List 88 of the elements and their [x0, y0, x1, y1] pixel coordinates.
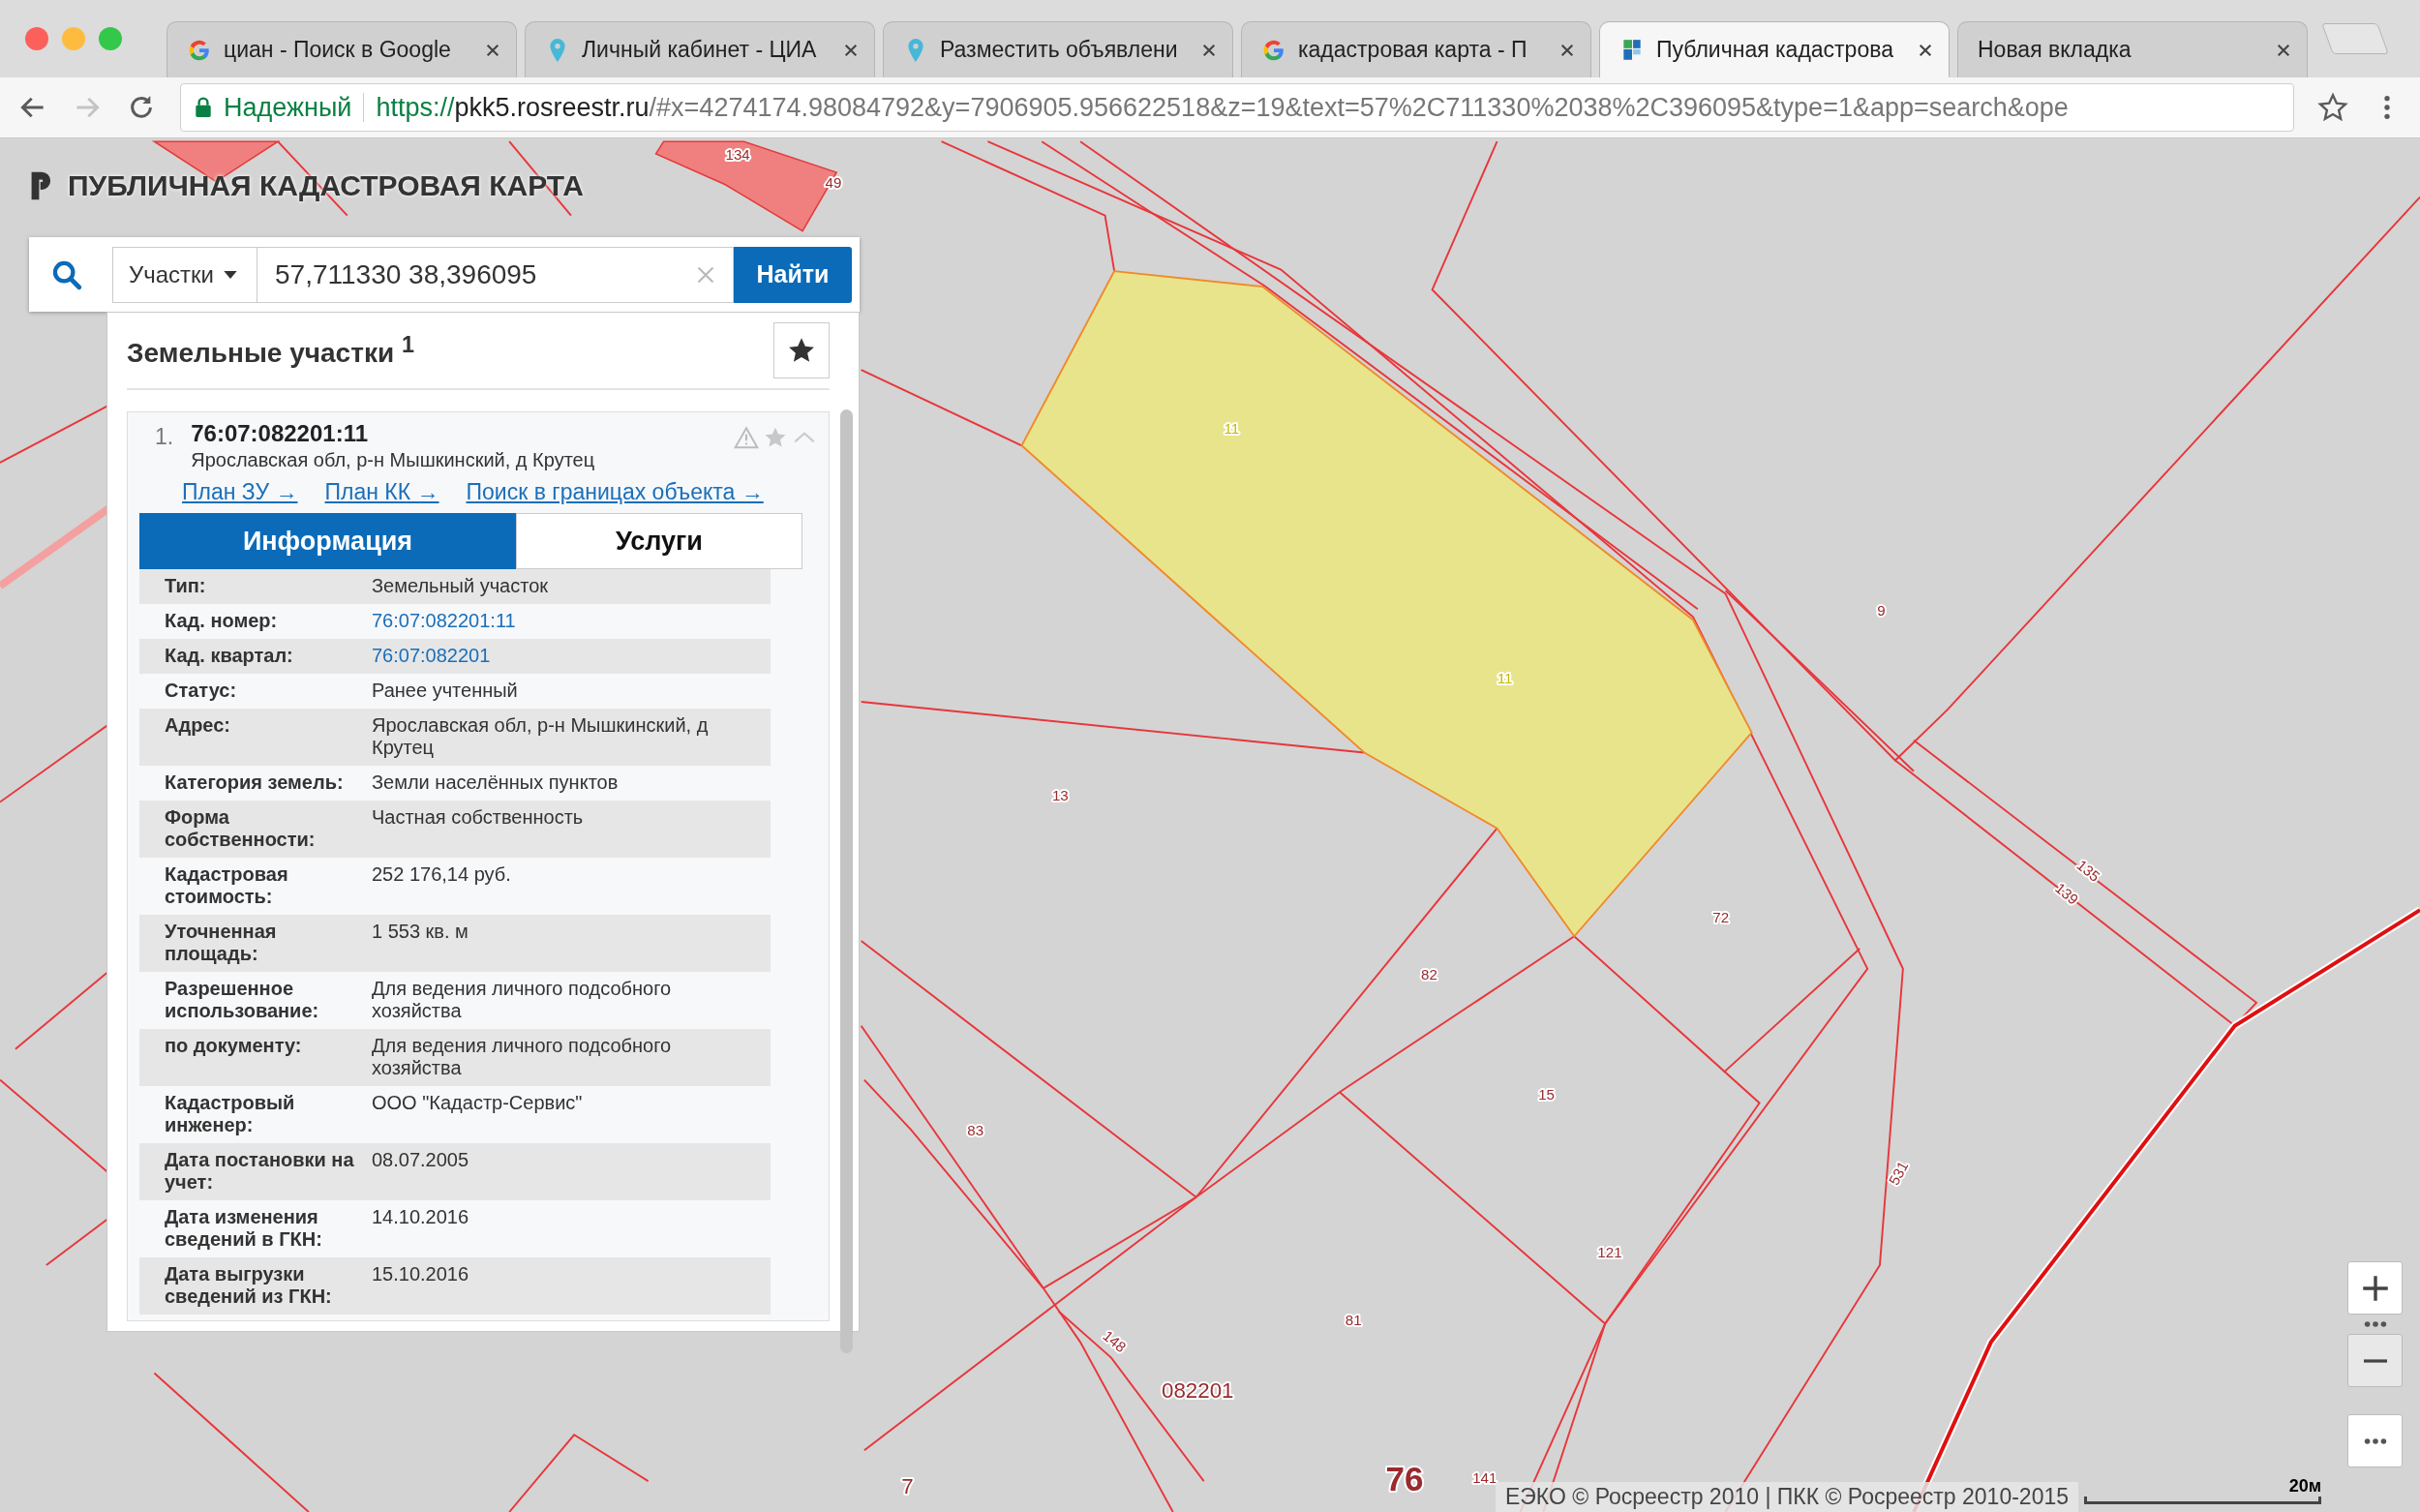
quarter-number: 082201: [1162, 1378, 1234, 1403]
close-tab-icon[interactable]: [1559, 42, 1575, 58]
field-value: Земельный участок: [372, 575, 549, 597]
close-tab-icon[interactable]: [485, 42, 500, 58]
info-tab[interactable]: Услуги: [516, 513, 802, 569]
field-value: 1 553 кв. м: [372, 921, 469, 944]
field-label: Адрес:: [165, 714, 231, 738]
cadastral-number: 76:07:082201:11: [191, 420, 369, 447]
parcel-number: 121: [1597, 1243, 1622, 1260]
parcel-number: 15: [1538, 1086, 1555, 1104]
field-label: Кад. квартал:: [165, 645, 294, 667]
field-label: Дата постановки на учет:: [165, 1149, 355, 1194]
browser-tab[interactable]: Личный кабинет - ЦИА: [525, 21, 875, 77]
field-value: Земли населённых пунктов: [372, 771, 620, 794]
info-tab[interactable]: Информация: [139, 513, 516, 569]
lock-icon: [195, 97, 212, 118]
field-label: Тип:: [165, 575, 207, 597]
browser-tab[interactable]: Разместить объявлени: [883, 21, 1233, 77]
close-tab-icon[interactable]: [1201, 42, 1217, 58]
field-value: 15.10.2016: [372, 1263, 470, 1286]
find-button[interactable]: Найти: [734, 246, 852, 303]
field-value: 252 176,14 руб.: [372, 863, 512, 887]
parcel-number: 134: [725, 146, 750, 164]
field-link[interactable]: 76:07:082201: [372, 645, 759, 667]
quarter-number: 7: [901, 1473, 914, 1498]
parcel-number: 9: [1877, 601, 1886, 619]
field-value: Частная собственность: [372, 806, 585, 830]
field-value: 14.10.2016: [372, 1206, 470, 1229]
star-icon[interactable]: [763, 426, 788, 449]
parcel-number: 148: [1100, 1326, 1130, 1356]
result-link[interactable]: План ЗУ →: [182, 479, 298, 505]
field-label: Категория земель:: [165, 771, 345, 794]
more-button[interactable]: [2347, 1414, 2403, 1467]
field-value: Ранее учтенный: [372, 680, 519, 702]
security-label: Надежный: [224, 92, 352, 123]
address-bar[interactable]: Надежный https://pkk5.rosreestr.ru/#x=4274174.98084792&y=7906905.956622518&z=19&text=57%2C711330%2038%2C396095&type=1&app=search&ope: [180, 83, 2294, 132]
result-index: 1.: [155, 423, 174, 451]
field-value: Для ведения личного подсобного хозяйства: [372, 1035, 673, 1079]
browser-tab[interactable]: кадастровая карта - П: [1241, 21, 1591, 77]
url-text: https://pkk5.rosreestr.ru/#x=4274174.98084792&y=7906905.956622518&z=19&text=57%2C711330%2038%2C396095&type=1&app=search&ope: [376, 92, 2069, 123]
field-label: Статус:: [165, 680, 238, 702]
map-attribution: ЕЭКО © Росреестр 2010 | ПКК © Росреестр 2010-2015: [1496, 1482, 2079, 1512]
parcel-number: 82: [1421, 965, 1437, 983]
field-label: Кадастровая стоимость:: [165, 863, 289, 908]
close-tab-icon[interactable]: [2276, 42, 2291, 58]
parcel-number: 531: [1885, 1158, 1912, 1188]
browser-tab[interactable]: Публичная кадастрова: [1599, 21, 1950, 77]
parcel-number: 13: [1051, 787, 1069, 803]
search-field[interactable]: 57,711330 38,396095: [257, 246, 734, 303]
district-number: 76: [1385, 1459, 1424, 1497]
field-label: Кадастровый инженер:: [165, 1092, 296, 1136]
result-link[interactable]: План КК →: [324, 479, 439, 505]
field-value: 08.07.2005: [372, 1149, 470, 1172]
warning-icon[interactable]: [734, 426, 759, 449]
browser-tab[interactable]: Новая вкладка: [1957, 21, 2308, 77]
field-label: Дата изменения сведений в ГКН:: [165, 1206, 323, 1251]
field-label: Разрешенное использование:: [165, 978, 320, 1022]
parcel-number: 83: [967, 1121, 984, 1138]
field-label: Уточненная площадь:: [165, 921, 278, 965]
parcel-number: 141: [1472, 1468, 1497, 1486]
field-label: Кад. номер:: [165, 610, 279, 632]
parcel-number: 81: [1345, 1312, 1362, 1329]
bookmark-star-icon[interactable]: [2317, 92, 2348, 123]
field-value: Для ведения личного подсобного хозяйства: [372, 978, 673, 1022]
close-tab-icon[interactable]: [1918, 42, 1933, 58]
field-label: Форма собственности:: [165, 806, 317, 851]
close-tab-icon[interactable]: [843, 42, 859, 58]
parcel-number: 72: [1712, 908, 1730, 925]
result-address: Ярославская обл, р-н Мышкинский, д Крутец: [191, 449, 596, 471]
field-value: ООО "Кадастр-Сервис": [372, 1092, 584, 1115]
zoom-in-button[interactable]: [2347, 1261, 2403, 1315]
parcel-number: 11: [1224, 419, 1240, 437]
zoom-out-button[interactable]: [2347, 1334, 2403, 1387]
field-label: по документу:: [165, 1035, 303, 1058]
clear-icon[interactable]: [697, 265, 714, 284]
field-link[interactable]: 76:07:082201:11: [372, 610, 759, 632]
favorites-button[interactable]: [773, 322, 830, 378]
results-heading: Земельные участки $^{1}$: [127, 331, 414, 370]
category-dropdown[interactable]: Участки: [112, 246, 257, 303]
parcel-number: 11: [1497, 669, 1513, 686]
browser-tab[interactable]: циан - Поиск в Google: [166, 21, 517, 77]
field-label: Дата выгрузки сведений из ГКН:: [165, 1263, 333, 1308]
result-link[interactable]: Поиск в границах объекта →: [466, 479, 764, 505]
caret-icon: [224, 270, 237, 279]
close-window-icon[interactable]: [25, 27, 48, 50]
field-value: Ярославская обл, р-н Мышкинский, д Крутец: [372, 714, 710, 759]
scrollbar[interactable]: [840, 409, 853, 1353]
scale-label: 20м: [2288, 1476, 2321, 1497]
